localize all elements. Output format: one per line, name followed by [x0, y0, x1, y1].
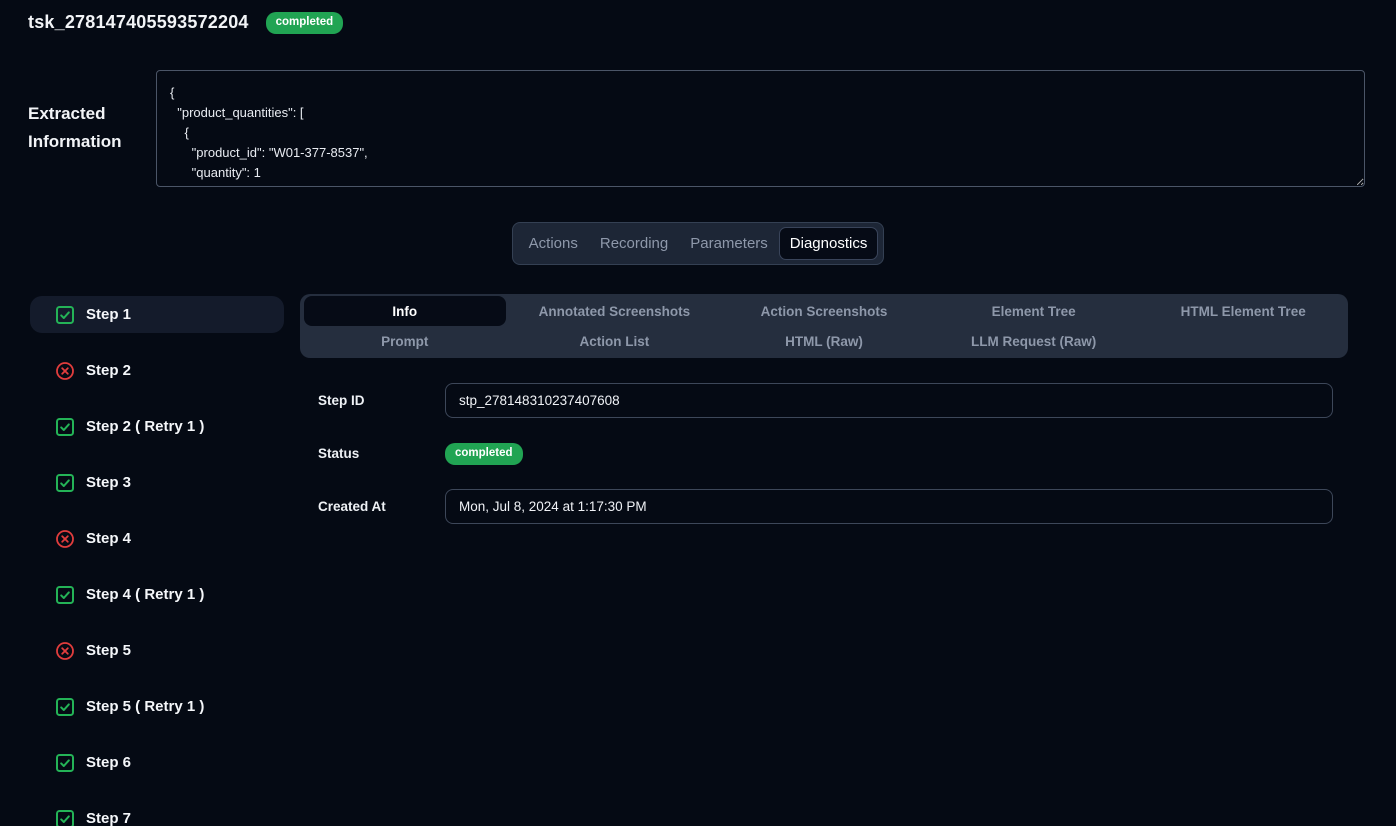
step-label: Step 3 — [86, 474, 131, 491]
check-square-icon — [55, 305, 75, 325]
task-header: tsk_278147405593572204 completed — [28, 12, 343, 34]
task-status-badge: completed — [266, 12, 344, 34]
step-item-9[interactable]: Step 6 — [30, 744, 284, 781]
step-label: Step 1 — [86, 306, 131, 323]
step-label: Step 5 ( Retry 1 ) — [86, 698, 204, 715]
check-square-icon — [55, 753, 75, 773]
step-label: Step 4 — [86, 530, 131, 547]
step-label: Step 7 — [86, 810, 131, 826]
subtab-llm-request-raw[interactable]: LLM Request (Raw) — [933, 326, 1135, 356]
check-square-icon — [55, 473, 75, 493]
diagnostics-subtabs: Info Annotated Screenshots Action Screen… — [300, 294, 1348, 358]
step-item-1[interactable]: Step 1 — [30, 296, 284, 333]
status-badge: completed — [445, 443, 523, 465]
x-circle-icon — [55, 529, 75, 549]
tab-diagnostics[interactable]: Diagnostics — [779, 227, 879, 260]
step-item-3[interactable]: Step 2 ( Retry 1 ) — [30, 408, 284, 445]
tab-actions[interactable]: Actions — [518, 227, 589, 260]
main-tabbar: Actions Recording Parameters Diagnostics — [512, 222, 885, 265]
subtab-html-element-tree[interactable]: HTML Element Tree — [1142, 296, 1344, 326]
check-square-icon — [55, 585, 75, 605]
subtab-action-list[interactable]: Action List — [514, 326, 716, 356]
extracted-information-textarea[interactable]: { "product_quantities": [ { "product_id"… — [156, 70, 1365, 187]
steps-list: Step 1 Step 2 Step 2 ( Retry 1 ) Step 3 … — [30, 296, 284, 826]
subtab-element-tree[interactable]: Element Tree — [933, 296, 1135, 326]
tab-parameters[interactable]: Parameters — [679, 227, 779, 260]
check-square-icon — [55, 697, 75, 717]
task-title: tsk_278147405593572204 — [28, 12, 249, 33]
step-item-2[interactable]: Step 2 — [30, 352, 284, 389]
main-tabbar-wrap: Actions Recording Parameters Diagnostics — [0, 222, 1396, 265]
x-circle-icon — [55, 361, 75, 381]
app-screen: tsk_278147405593572204 completed Extract… — [0, 0, 1396, 826]
step-id-label: Step ID — [318, 383, 365, 418]
step-item-5[interactable]: Step 4 — [30, 520, 284, 557]
subtab-html-raw[interactable]: HTML (Raw) — [723, 326, 925, 356]
tab-recording[interactable]: Recording — [589, 227, 679, 260]
step-label: Step 6 — [86, 754, 131, 771]
step-item-10[interactable]: Step 7 — [30, 800, 284, 826]
created-at-label: Created At — [318, 489, 386, 524]
step-item-8[interactable]: Step 5 ( Retry 1 ) — [30, 688, 284, 725]
step-label: Step 4 ( Retry 1 ) — [86, 586, 204, 603]
check-square-icon — [55, 809, 75, 826]
subtab-action-screenshots[interactable]: Action Screenshots — [723, 296, 925, 326]
extracted-information-label: Extracted Information — [28, 100, 158, 156]
x-circle-icon — [55, 641, 75, 661]
step-id-input[interactable] — [445, 383, 1333, 418]
step-item-6[interactable]: Step 4 ( Retry 1 ) — [30, 576, 284, 613]
step-item-7[interactable]: Step 5 — [30, 632, 284, 669]
subtab-annotated-screenshots[interactable]: Annotated Screenshots — [514, 296, 716, 326]
status-label: Status — [318, 443, 359, 464]
step-label: Step 2 ( Retry 1 ) — [86, 418, 204, 435]
subtab-info[interactable]: Info — [304, 296, 506, 326]
step-label: Step 5 — [86, 642, 131, 659]
step-item-4[interactable]: Step 3 — [30, 464, 284, 501]
step-label: Step 2 — [86, 362, 131, 379]
created-at-input[interactable] — [445, 489, 1333, 524]
subtab-prompt[interactable]: Prompt — [304, 326, 506, 356]
check-square-icon — [55, 417, 75, 437]
